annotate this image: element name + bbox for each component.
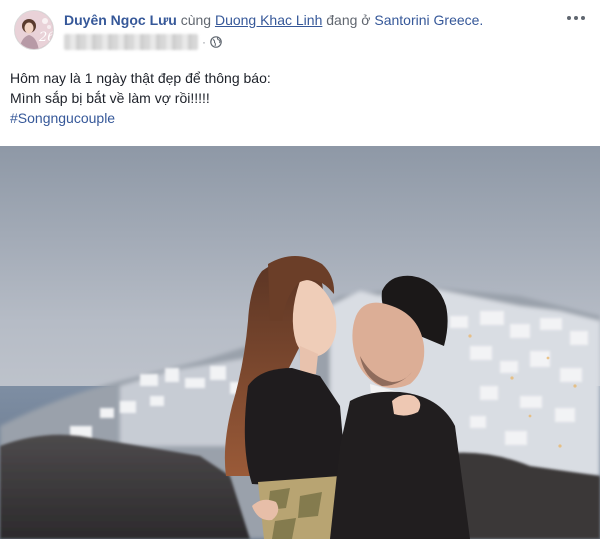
post-header: 26 Duyên Ngọc Lưu cùng Duong Khac Linh đ… bbox=[0, 0, 600, 60]
author-name[interactable]: Duyên Ngọc Lưu bbox=[64, 12, 177, 28]
with-word: cùng bbox=[180, 12, 212, 28]
more-dot bbox=[574, 16, 578, 20]
post-line-1: Hôm nay là 1 ngày thật đẹp để thông báo: bbox=[10, 70, 271, 86]
location-link[interactable]: Santorini Greece. bbox=[374, 12, 483, 28]
globe-icon[interactable] bbox=[210, 36, 222, 48]
post-body: Hôm nay là 1 ngày thật đẹp để thông báo:… bbox=[10, 68, 590, 128]
avatar-image: 26 bbox=[15, 11, 54, 49]
tagged-person-link[interactable]: Duong Khac Linh bbox=[215, 12, 322, 28]
couple-photo bbox=[0, 146, 600, 539]
more-options-icon[interactable] bbox=[564, 10, 588, 26]
more-dot bbox=[567, 16, 571, 20]
post-header-line: Duyên Ngọc Lưu cùng Duong Khac Linh đang… bbox=[64, 11, 483, 29]
blurred-timestamp[interactable] bbox=[64, 34, 198, 50]
meta-separator: · bbox=[202, 35, 206, 49]
hashtag-link[interactable]: #Songngucouple bbox=[10, 108, 590, 128]
at-word: đang ở bbox=[326, 12, 371, 28]
post-photo[interactable] bbox=[0, 146, 600, 539]
svg-text:26: 26 bbox=[38, 30, 54, 45]
more-dot bbox=[581, 16, 585, 20]
post-meta: · bbox=[64, 34, 222, 50]
author-avatar[interactable]: 26 bbox=[14, 10, 54, 50]
post-line-2: Mình sắp bị bắt về làm vợ rồi!!!!! bbox=[10, 90, 210, 106]
